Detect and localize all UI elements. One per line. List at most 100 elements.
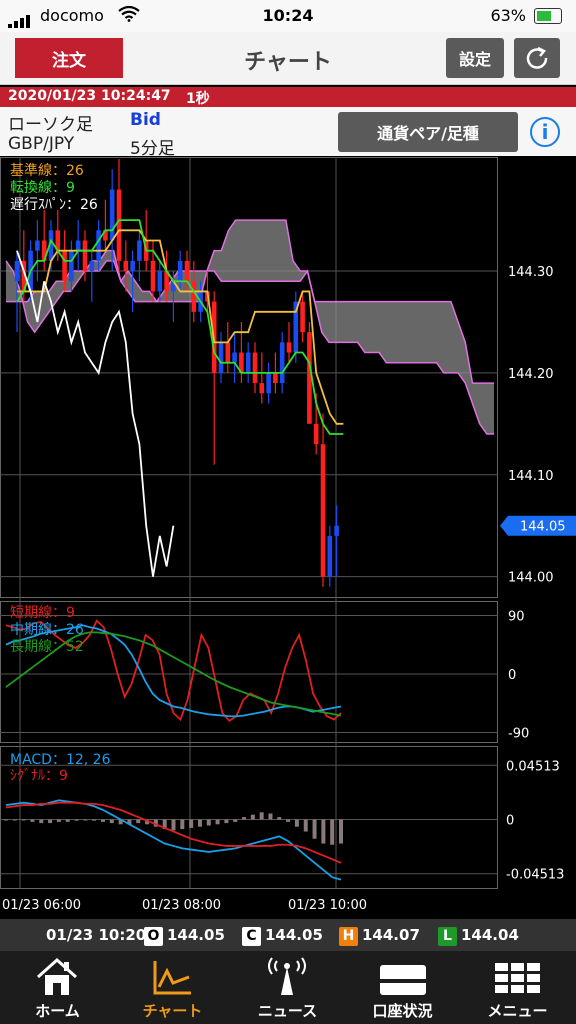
tab-chart[interactable]: チャート [115,951,230,1024]
chart-canvas[interactable]: 144.30 144.20 144.10 144.00 01/23 06:00 01/23… [0,157,576,919]
menu-icon [495,963,540,993]
candle-body [69,250,74,282]
macd-axis-label: 0.04513 [506,759,560,774]
candle-body [96,230,101,261]
account-icon [380,965,426,995]
last-update-time: 2020/01/23 10:24:47 [8,88,171,104]
macd-histogram-bar [268,813,273,820]
macd-axis-label: 0 [506,814,514,829]
info-icon[interactable]: i [530,117,560,147]
price-axis-label: 144.10 [508,469,554,484]
time-axis-label: 01/23 10:00 [288,898,367,913]
home-icon [36,957,78,995]
tab-chart-label: チャート [142,1002,203,1020]
macd-histogram-bar [12,819,17,821]
pair-timeframe-button[interactable]: 通貨ペア/足種 [338,112,518,152]
macd-legend: MACD：12, 26 [10,752,111,768]
tab-account-label: 口座状況 [372,1002,433,1020]
macd-histogram-bar [294,819,299,827]
battery-icon [534,8,562,24]
macd-histogram-bar [286,819,291,822]
candle-body [123,260,129,272]
ohlc-bar: 01/23 10:20 O 144.05 C 144.05 H 144.07 L 144… [0,919,576,951]
candle-body [62,250,67,282]
tab-menu-label: メニュー [487,1002,548,1020]
ohlc-time: 01/23 10:20 [46,926,147,944]
settings-button[interactable]: 設定 [446,38,504,78]
tab-account[interactable]: 口座状況 [345,951,460,1024]
macd-histogram-bar [259,812,264,820]
refresh-button[interactable] [514,38,560,78]
long-ma-legend: 長期線：52 [10,639,84,655]
tab-news[interactable]: ニュース [230,951,345,1024]
chart-type-label: ローソク足 [8,115,93,135]
macd-histogram-bar [65,819,70,822]
macd-histogram-bar [303,819,308,832]
chart-icon [153,961,191,995]
macd-histogram-bar [83,819,88,821]
macd-histogram-bar [100,819,105,822]
close-tag: C [242,927,261,946]
currency-pair-label: GBP/JPY [8,134,75,154]
tab-home[interactable]: ホーム [0,951,115,1024]
macd-histogram-bar [242,817,247,820]
macd-histogram-bar [180,819,185,830]
candle-body [300,301,305,333]
status-bar: docomo 10:24 63% [0,0,576,32]
tab-home-label: ホーム [35,1002,80,1020]
high-price: 144.07 [362,926,420,944]
candle-body [150,260,156,292]
tab-menu[interactable]: メニュー [460,951,575,1024]
low-tag: L [438,927,457,946]
candle-body [313,423,319,445]
timestamp-bar: 2020/01/23 10:24:47 1秒 [0,87,576,107]
tab-news-label: ニュース [257,1002,318,1020]
candle-body [232,352,237,363]
candle-body [191,281,197,312]
candle-body [75,240,81,251]
macd-histogram-bar [250,814,255,820]
current-price-marker: 144.05 [500,515,576,536]
macd-histogram-bar [339,819,343,844]
candle-body [130,260,135,272]
price-side-label: Bid [130,110,161,130]
candle-body [245,352,251,373]
app-header: 注文 チャート 設定 [0,32,576,85]
macd-histogram-bar [189,819,194,828]
open-price: 144.05 [167,926,225,944]
candle-body [177,260,183,282]
macd-histogram-bar [92,819,97,821]
macd-histogram-bar [330,819,335,845]
macd-histogram-bar [224,819,229,824]
candle-body [259,383,265,394]
lagging-span-legend: 遅行ｽﾊﾟﾝ：26 [10,197,98,213]
signal-legend: ｼｸﾞﾅﾙ：9 [10,768,68,784]
candle-body [225,342,231,363]
low-price: 144.04 [461,926,519,944]
candle-body [327,535,333,577]
base-line-legend: 基準線：26 [10,162,84,179]
chart-area[interactable]: 144.30 144.20 144.10 144.00 01/23 06:00 01/23… [0,157,576,919]
macd-histogram-bar [21,819,26,821]
candle-body [286,342,292,353]
candle-body [279,342,285,384]
macd-histogram-bar [30,819,35,822]
open-tag: O [144,927,163,946]
open-value: O 144.05 [144,926,225,946]
candle-body [184,260,190,282]
price-axis-label: 144.00 [508,571,554,586]
candle-body [109,189,115,241]
macd-axis-label: -0.04513 [506,868,564,883]
candle-body [89,260,95,272]
candle-body [116,189,122,261]
osc-axis-label: 0 [508,668,516,683]
macd-histogram-bar [171,819,176,831]
candle-body [320,444,326,577]
candle-body [14,260,20,282]
candle-body [35,240,40,251]
candle-body [273,372,278,384]
macd-histogram-bar [206,819,211,826]
candle-body [82,240,88,272]
current-price-label: 144.05 [520,520,566,535]
candle-body [137,240,142,261]
